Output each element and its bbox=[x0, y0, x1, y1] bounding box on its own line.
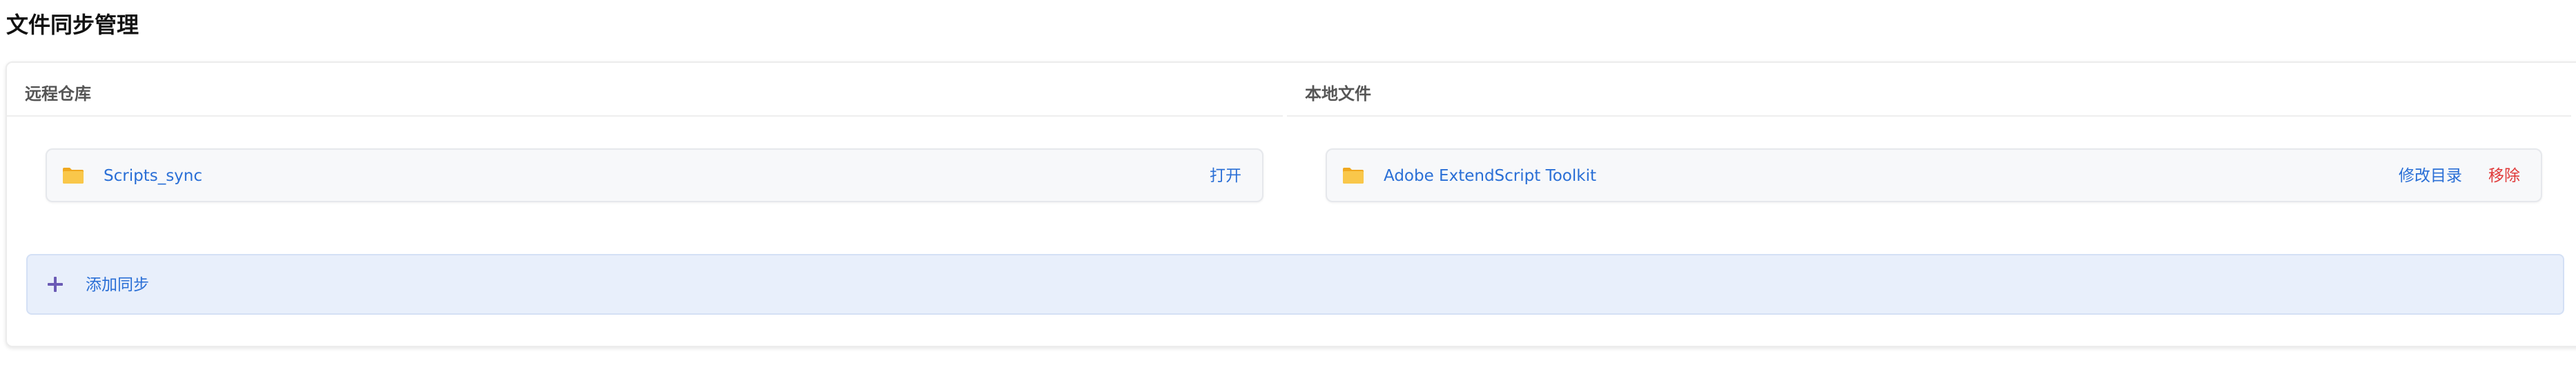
remote-section-header: 远程仓库 bbox=[7, 82, 1283, 117]
open-button[interactable]: 打开 bbox=[1210, 165, 1241, 187]
sync-card: 远程仓库 本地文件 Scripts_sync 打开 Adobe ExtendSc… bbox=[6, 61, 2576, 347]
page: 文件同步管理 远程仓库 本地文件 Scripts_sync 打开 Adobe E… bbox=[0, 0, 2576, 372]
remote-folder-name[interactable]: Scripts_sync bbox=[104, 165, 202, 187]
add-sync-button[interactable]: 添加同步 bbox=[26, 254, 2564, 315]
remote-section-title: 远程仓库 bbox=[25, 84, 91, 104]
local-folder-row: Adobe ExtendScript Toolkit 修改目录 移除 bbox=[1326, 148, 2542, 202]
local-section-header: 本地文件 bbox=[1287, 82, 2571, 117]
local-folder-name[interactable]: Adobe ExtendScript Toolkit bbox=[1384, 165, 1596, 187]
remote-folder-row: Scripts_sync 打开 bbox=[46, 148, 1263, 202]
folder-icon bbox=[63, 168, 84, 184]
page-title: 文件同步管理 bbox=[6, 12, 139, 38]
remove-button[interactable]: 移除 bbox=[2488, 165, 2520, 187]
folder-icon bbox=[1343, 168, 1364, 184]
modify-directory-button[interactable]: 修改目录 bbox=[2399, 165, 2462, 187]
local-section-title: 本地文件 bbox=[1305, 84, 1371, 104]
add-sync-label: 添加同步 bbox=[86, 276, 149, 294]
plus-icon bbox=[48, 277, 63, 292]
